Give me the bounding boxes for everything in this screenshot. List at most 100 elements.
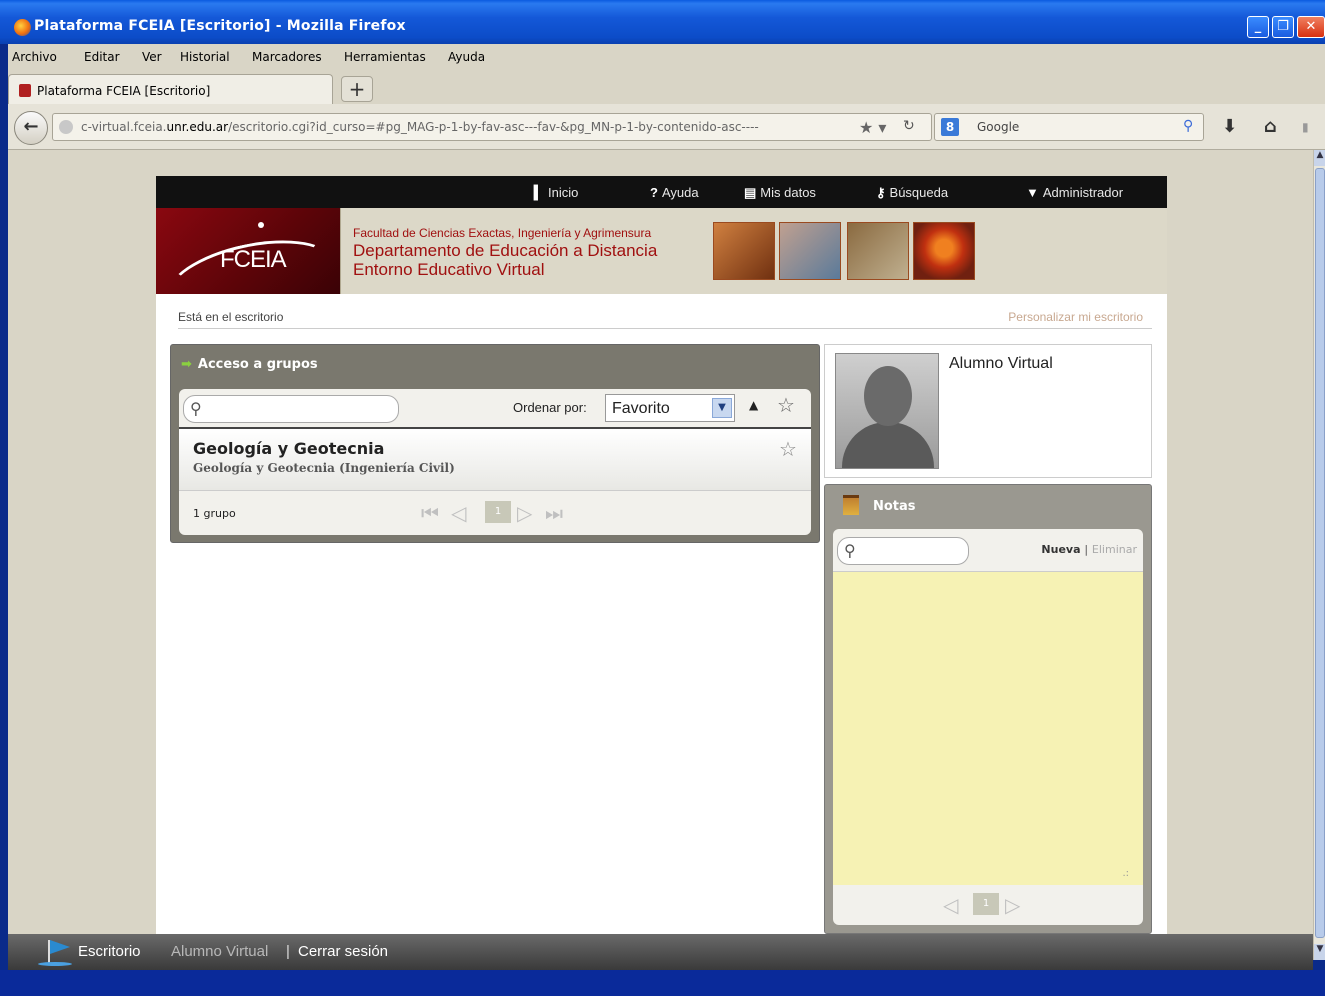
- menu-editar[interactable]: Editar: [84, 50, 120, 64]
- nav-ayuda[interactable]: ? Ayuda: [650, 185, 699, 200]
- prev-note-icon[interactable]: ◁: [943, 893, 958, 917]
- notes-current-page[interactable]: 1: [973, 893, 999, 915]
- sort-ascending-icon[interactable]: ▲: [749, 398, 758, 412]
- list-item[interactable]: Geología y Geotecnia Geología y Geotecni…: [179, 429, 811, 491]
- last-page-icon[interactable]: ⏭: [545, 501, 563, 525]
- profile-panel: Alumno Virtual: [824, 344, 1152, 478]
- avatar[interactable]: [835, 353, 939, 469]
- fceia-logo[interactable]: FCEIA: [156, 208, 340, 294]
- site-bottom-bar: Escritorio Alumno Virtual | Cerrar sesió…: [8, 934, 1313, 970]
- actions-separator: |: [1084, 543, 1089, 556]
- minimize-button[interactable]: _: [1247, 16, 1269, 38]
- banner-photo-2: [779, 222, 841, 280]
- prev-page-icon[interactable]: ◁: [451, 501, 466, 525]
- favorite-star-icon[interactable]: ☆: [779, 437, 797, 461]
- url-bar[interactable]: c-virtual.fceia.unr.edu.ar/escritorio.cg…: [52, 113, 932, 141]
- department-line: Departamento de Educación a Distancia: [353, 241, 658, 260]
- first-page-icon[interactable]: ⏮: [421, 501, 439, 525]
- banner: FCEIA Facultad de Ciencias Exactas, Inge…: [156, 208, 1167, 294]
- notes-icon: [843, 495, 859, 515]
- faculty-name: Facultad de Ciencias Exactas, Ingeniería…: [353, 226, 652, 240]
- search-icon: ⚲: [190, 399, 202, 418]
- site-topnav: ▍ Inicio ? Ayuda ▤ Mis datos ⚷ Búsqueda ▼ Adm…: [156, 176, 1167, 208]
- environment-line: Entorno Educativo Virtual: [353, 260, 545, 279]
- groups-search-input[interactable]: ⚲: [183, 395, 399, 423]
- logout-link[interactable]: Cerrar sesión: [298, 943, 388, 960]
- reload-icon[interactable]: ↻: [903, 118, 915, 134]
- notes-actions: Nueva | Eliminar: [1041, 543, 1137, 556]
- department-name: Departamento de Educación a Distancia En…: [353, 241, 657, 279]
- next-note-icon[interactable]: ▷: [1005, 893, 1020, 917]
- site-favicon-icon: [19, 84, 31, 97]
- search-key-icon: ⚷: [876, 185, 886, 200]
- user-name: Alumno Virtual: [949, 355, 1053, 372]
- search-bar[interactable]: 8 Google ⚲: [934, 113, 1204, 141]
- notes-search-input[interactable]: ⚲: [837, 537, 969, 565]
- group-title[interactable]: Geología y Geotecnia: [193, 439, 384, 458]
- maximize-button[interactable]: ❐: [1272, 16, 1294, 38]
- search-icon: ⚲: [844, 541, 856, 560]
- google-icon[interactable]: 8: [941, 118, 959, 136]
- navigation-bar: ← c-virtual.fceia.unr.edu.ar/escritorio.…: [8, 104, 1325, 150]
- chevron-down-icon[interactable]: ▼: [712, 398, 732, 418]
- escritorio-link[interactable]: Escritorio: [78, 943, 141, 960]
- menu-historial[interactable]: Historial: [180, 50, 230, 64]
- nav-mis-datos[interactable]: ▤ Mis datos: [744, 185, 816, 201]
- vertical-scrollbar[interactable]: ▲ ▼: [1313, 150, 1325, 960]
- notes-panel: Notas ⚲ Nueva | Eliminar .: ◁ 1 ▷: [824, 484, 1152, 934]
- scroll-down-icon[interactable]: ▼: [1314, 944, 1325, 960]
- group-count: 1 grupo: [193, 507, 236, 520]
- menu-herramientas[interactable]: Herramientas: [344, 50, 426, 64]
- mis-datos-icon: ▤: [744, 185, 757, 200]
- download-icon[interactable]: ⬇: [1222, 116, 1237, 137]
- banner-photo-4: [913, 222, 975, 280]
- page-viewport: ▍ Inicio ? Ayuda ▤ Mis datos ⚷ Búsqueda ▼ Adm…: [8, 150, 1313, 934]
- menu-ayuda[interactable]: Ayuda: [448, 50, 485, 64]
- bookmark-star-icon[interactable]: ★ ▾: [859, 118, 886, 137]
- current-page[interactable]: 1: [485, 501, 511, 523]
- favorite-filter-star-icon[interactable]: ☆: [777, 393, 795, 417]
- group-subtitle: Geología y Geotecnia (Ingeniería Civil): [193, 461, 455, 475]
- banner-photo-1: [713, 222, 775, 280]
- nav-inicio[interactable]: ▍ Inicio: [534, 185, 578, 201]
- window-titlebar: Plataforma FCEIA [Escritorio] - Mozilla …: [0, 0, 1325, 44]
- scrollbar-thumb[interactable]: [1315, 168, 1325, 938]
- notes-textarea[interactable]: .:: [833, 571, 1143, 885]
- menu-marcadores[interactable]: Marcadores: [252, 50, 322, 64]
- new-tab-button[interactable]: +: [341, 76, 373, 102]
- home-icon[interactable]: ⌂: [1264, 116, 1277, 137]
- banner-photo-3: [847, 222, 909, 280]
- customize-desktop-link[interactable]: Personalizar mi escritorio: [1008, 310, 1143, 324]
- scroll-up-icon[interactable]: ▲: [1314, 150, 1325, 166]
- resize-grip-icon[interactable]: .:: [1122, 868, 1129, 879]
- user-link[interactable]: Alumno Virtual: [171, 943, 268, 960]
- page-container: ▍ Inicio ? Ayuda ▤ Mis datos ⚷ Búsqueda ▼ Adm…: [156, 176, 1167, 934]
- logo-text: FCEIA: [220, 246, 287, 273]
- nav-busqueda[interactable]: ⚷ Búsqueda: [876, 185, 948, 201]
- close-button[interactable]: ✕: [1297, 16, 1325, 38]
- delete-note-button[interactable]: Eliminar: [1092, 543, 1137, 556]
- back-button[interactable]: ←: [14, 111, 48, 145]
- order-select[interactable]: Favorito ▼: [605, 394, 735, 422]
- avatar-body: [842, 422, 934, 468]
- tab-escritorio[interactable]: Plataforma FCEIA [Escritorio]: [8, 74, 333, 104]
- inicio-icon: ▍: [534, 185, 544, 200]
- order-value: Favorito: [612, 400, 670, 417]
- signal-icon: ▮: [1302, 120, 1309, 134]
- admin-shield-icon: ▼: [1026, 185, 1039, 200]
- notes-header: Notas: [873, 499, 916, 514]
- arrow-icon: ➡: [181, 357, 192, 372]
- order-label: Ordenar por:: [513, 400, 587, 415]
- globe-icon: [59, 120, 73, 134]
- breadcrumb: Está en el escritorio: [178, 310, 284, 324]
- menu-archivo[interactable]: Archivo: [12, 50, 57, 64]
- nav-administrador[interactable]: ▼ Administrador: [1026, 185, 1123, 200]
- next-page-icon[interactable]: ▷: [517, 501, 532, 525]
- firefox-icon: [14, 19, 31, 36]
- menu-ver[interactable]: Ver: [142, 50, 162, 64]
- flag-base: [38, 962, 72, 966]
- new-note-button[interactable]: Nueva: [1041, 543, 1080, 556]
- search-icon[interactable]: ⚲: [1183, 118, 1193, 134]
- flag-cloth: [50, 940, 70, 954]
- menubar: Archivo Editar Ver Historial Marcadores …: [8, 44, 1325, 72]
